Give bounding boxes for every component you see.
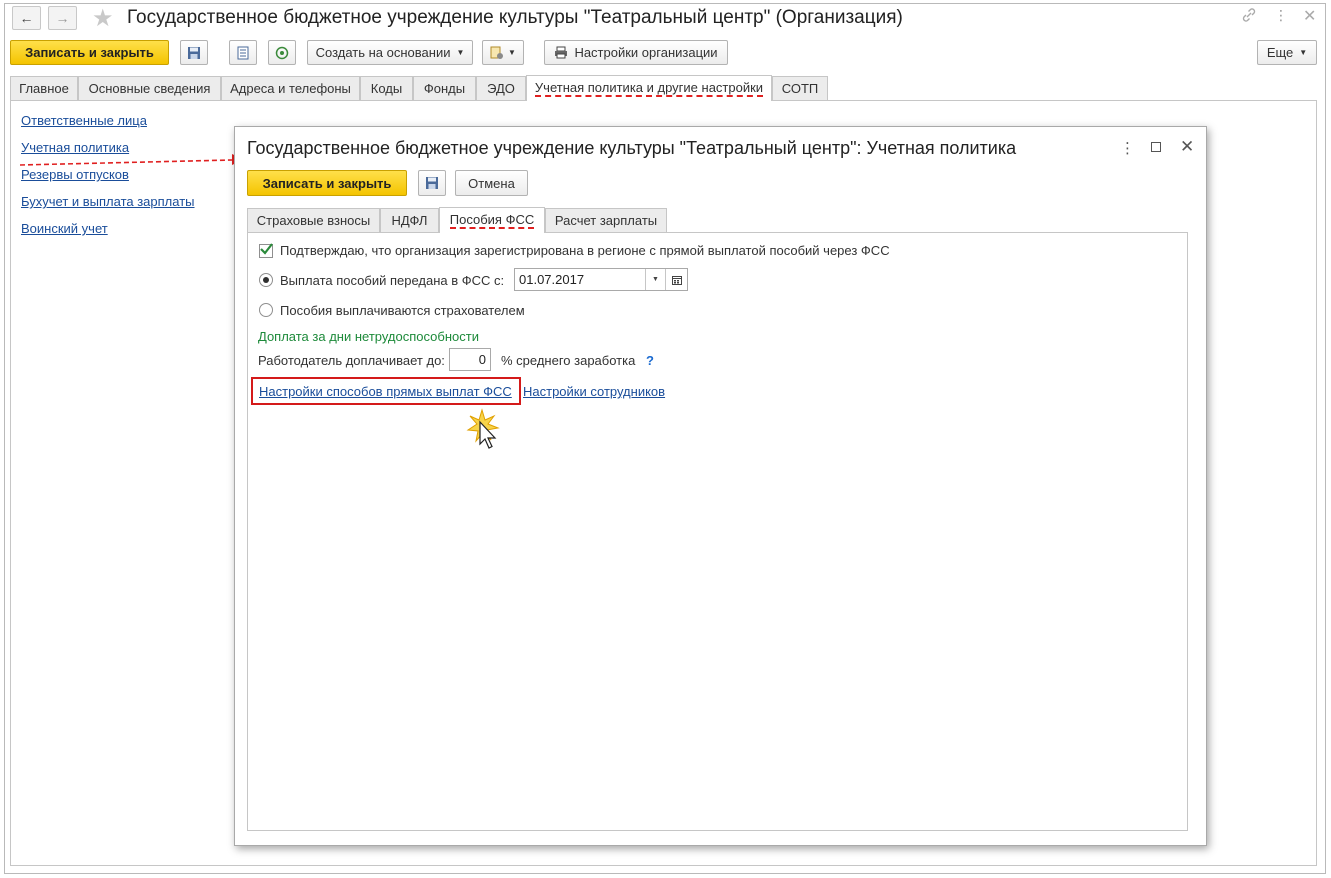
dialog-save-close-button[interactable]: Записать и закрыть	[247, 170, 407, 196]
link-employee-settings[interactable]: Настройки сотрудников	[523, 384, 665, 399]
report-button[interactable]	[229, 40, 257, 65]
maximize-icon[interactable]	[1151, 142, 1161, 152]
sidebar-link-responsible[interactable]: Ответственные лица	[21, 113, 147, 128]
document-list-icon	[237, 46, 249, 59]
employer-suffix: % среднего заработка	[501, 353, 636, 368]
tab-accounting-policy[interactable]: Учетная политика и другие настройки	[526, 75, 772, 101]
favorite-star-icon[interactable]: ★	[92, 4, 114, 33]
employer-label: Работодатель доплачивает до:	[258, 353, 445, 368]
tab-codes[interactable]: Коды	[360, 76, 413, 100]
tab-fss-benefits-label: Пособия ФСС	[449, 212, 535, 229]
help-icon[interactable]: ?	[646, 353, 654, 368]
radio-insurer[interactable]	[259, 303, 273, 317]
checkmark-icon	[260, 243, 273, 255]
dialog-close-icon[interactable]: ✕	[1180, 137, 1194, 157]
more-dropdown[interactable]: Еще ▼	[1257, 40, 1317, 65]
confirm-checkbox[interactable]	[259, 243, 273, 258]
create-based-dropdown[interactable]: Создать на основании ▼	[307, 40, 473, 65]
save-close-button[interactable]: Записать и закрыть	[10, 40, 169, 65]
more-vertical-icon[interactable]: ⋮	[1274, 7, 1288, 24]
print-menu-button[interactable]: ▼	[482, 40, 524, 65]
printer-icon	[555, 46, 568, 59]
chevron-down-icon: ▼	[456, 48, 465, 57]
tab-payroll-calc[interactable]: Расчет зарплаты	[545, 208, 667, 232]
section-title: Доплата за дни нетрудоспособности	[258, 329, 479, 344]
annotation-arrow	[19, 154, 244, 166]
sidebar-link-military[interactable]: Воинский учет	[21, 221, 108, 236]
more-label: Еще	[1266, 45, 1294, 60]
tab-fss-benefits[interactable]: Пособия ФСС	[439, 207, 545, 233]
chevron-down-icon: ▼	[508, 48, 516, 57]
dialog-title: Государственное бюджетное учреждение кул…	[247, 138, 1017, 158]
tab-funds[interactable]: Фонды	[413, 76, 476, 100]
floppy-icon	[188, 46, 200, 59]
fss-date-value: 01.07.2017	[519, 272, 585, 287]
arrow-right-icon: →	[55, 10, 70, 26]
fss-date-field[interactable]: 01.07.2017 ▼	[514, 268, 688, 291]
radio-fss[interactable]	[259, 273, 273, 287]
tab-edo[interactable]: ЭДО	[476, 76, 526, 100]
dialog-cancel-button[interactable]: Отмена	[455, 170, 528, 196]
confirm-label: Подтверждаю, что организация зарегистрир…	[280, 243, 890, 258]
radio-insurer-label: Пособия выплачиваются страхователем	[280, 303, 525, 318]
link-direct-payment-settings[interactable]: Настройки способов прямых выплат ФСС	[259, 384, 512, 399]
chevron-down-icon: ▼	[1299, 48, 1308, 57]
structure-button[interactable]	[268, 40, 296, 65]
arrow-left-icon: ←	[19, 10, 34, 26]
forward-button[interactable]: →	[48, 6, 77, 30]
tab-ndfl[interactable]: НДФЛ	[380, 208, 439, 232]
link-icon[interactable]	[1241, 7, 1257, 23]
org-settings-button[interactable]: Настройки организации	[544, 40, 728, 65]
radio-fss-label: Выплата пособий передана в ФСС с:	[280, 273, 505, 288]
dialog-more-icon[interactable]: ⋮	[1120, 139, 1135, 157]
employer-percent-input[interactable]: 0	[449, 348, 491, 371]
chevron-down-icon[interactable]: ▼	[645, 269, 665, 290]
tab-main[interactable]: Главное	[10, 76, 78, 100]
tab-basic-info[interactable]: Основные сведения	[78, 76, 221, 100]
hierarchy-icon	[275, 46, 289, 59]
org-settings-label: Настройки организации	[574, 45, 718, 60]
employer-percent-value: 0	[478, 352, 486, 367]
calendar-icon[interactable]	[665, 269, 687, 290]
tab-sotp[interactable]: СОТП	[772, 76, 828, 100]
close-icon[interactable]: ✕	[1303, 6, 1316, 26]
save-button[interactable]	[180, 40, 208, 65]
tab-addresses[interactable]: Адреса и телефоны	[221, 76, 360, 100]
dialog-save-button[interactable]	[418, 170, 446, 196]
window-title: Государственное бюджетное учреждение кул…	[127, 7, 903, 28]
cursor-click-icon	[466, 408, 500, 449]
sidebar-link-payroll[interactable]: Бухучет и выплата зарплаты	[21, 194, 195, 209]
create-based-label: Создать на основании	[315, 45, 451, 60]
floppy-icon	[426, 177, 438, 189]
tab-accounting-policy-label: Учетная политика и другие настройки	[534, 80, 764, 97]
back-button[interactable]: ←	[12, 6, 41, 30]
dialog-tab-panel	[247, 232, 1188, 831]
tab-insurance[interactable]: Страховые взносы	[247, 208, 380, 232]
document-gear-icon	[490, 46, 504, 59]
